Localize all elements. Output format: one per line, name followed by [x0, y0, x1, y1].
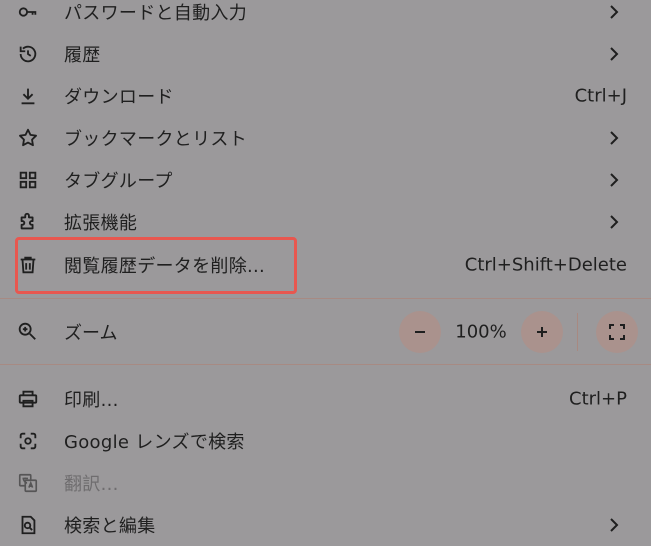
menu-divider [0, 364, 651, 365]
grid-icon [16, 168, 40, 192]
find-icon [16, 513, 40, 537]
menu-item-bookmarks[interactable]: ブックマークとリスト [0, 117, 651, 159]
history-icon [16, 42, 40, 66]
menu-item-extensions[interactable]: 拡張機能 [0, 201, 651, 243]
menu-item-label: ブックマークとリスト [64, 129, 247, 150]
shortcut-text: Ctrl+Shift+Delete [464, 254, 627, 276]
zoom-icon [16, 320, 40, 344]
chevron-right-icon [605, 213, 623, 231]
menu-item-label: 閲覧履歴データを削除... [64, 256, 266, 277]
menu-item-history[interactable]: 履歴 [0, 33, 651, 75]
menu-item-clear-browsing-data[interactable]: 閲覧履歴データを削除... Ctrl+Shift+Delete [0, 244, 651, 286]
menu-item-label: 拡張機能 [64, 213, 138, 234]
menu-item-label: 検索と編集 [64, 516, 156, 537]
menu-divider [0, 298, 651, 299]
menu-item-label: パスワードと自動入力 [64, 3, 247, 24]
puzzle-icon [16, 210, 40, 234]
zoom-in-button[interactable] [521, 311, 563, 353]
chevron-right-icon [605, 516, 623, 534]
translate-icon [16, 471, 40, 495]
menu-item-label: 履歴 [64, 45, 101, 66]
menu-item-tab-groups[interactable]: タブグループ [0, 159, 651, 201]
lens-icon [16, 429, 40, 453]
menu-item-downloads[interactable]: ダウンロード Ctrl+J [0, 75, 651, 117]
menu-item-label: ダウンロード [64, 87, 174, 108]
menu-item-label: タブグループ [64, 171, 173, 192]
menu-item-translate: 翻訳... [0, 462, 651, 504]
key-icon [16, 0, 40, 24]
shortcut-text: Ctrl+P [569, 388, 627, 410]
zoom-separator [577, 313, 578, 351]
printer-icon [16, 387, 40, 411]
menu-item-print[interactable]: 印刷... Ctrl+P [0, 378, 651, 420]
zoom-out-button[interactable] [399, 311, 441, 353]
menu-item-passwords[interactable]: パスワードと自動入力 [0, 0, 651, 33]
zoom-row: ズーム 100% [0, 305, 651, 359]
menu-item-google-lens[interactable]: Google レンズで検索 [0, 420, 651, 462]
trash-icon [16, 253, 40, 277]
chevron-right-icon [605, 171, 623, 189]
menu-item-label: Google レンズで検索 [64, 432, 245, 453]
chevron-right-icon [605, 45, 623, 63]
download-icon [16, 84, 40, 108]
zoom-value: 100% [455, 321, 507, 343]
menu-item-find-and-edit[interactable]: 検索と編集 [0, 504, 651, 546]
shortcut-text: Ctrl+J [574, 85, 627, 107]
menu-item-label: 翻訳... [64, 474, 119, 495]
fullscreen-button[interactable] [596, 311, 638, 353]
star-icon [16, 126, 40, 150]
menu-item-label: 印刷... [64, 390, 119, 411]
chevron-right-icon [605, 129, 623, 147]
chevron-right-icon [605, 3, 623, 21]
zoom-label: ズーム [64, 323, 118, 344]
chrome-menu: パスワードと自動入力 履歴 ダウンロード Ctrl+J ブックマークとリスト タ… [0, 0, 651, 537]
